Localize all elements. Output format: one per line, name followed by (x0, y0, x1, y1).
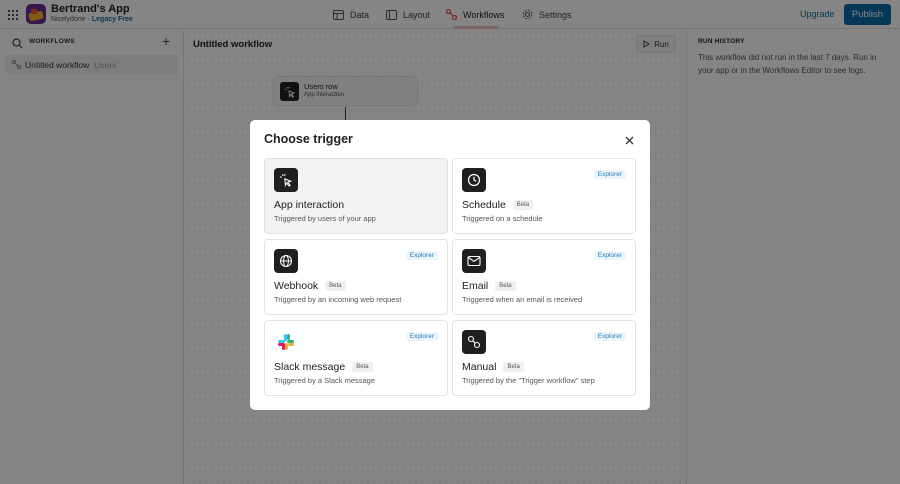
explorer-badge: Explorer (593, 332, 626, 341)
trigger-option-app-interaction[interactable]: App interaction Triggered by users of yo… (264, 158, 448, 234)
mail-icon (462, 249, 486, 273)
trigger-name-text: Schedule (462, 199, 506, 211)
trigger-description: Triggered by users of your app (274, 214, 376, 223)
trigger-name: Manual Beta (462, 361, 524, 373)
trigger-description: Triggered when an email is received (462, 295, 583, 304)
beta-badge: Beta (495, 281, 516, 291)
slack-icon (274, 330, 298, 354)
trigger-description: Triggered by an incoming web request (274, 295, 402, 304)
clock-icon (462, 168, 486, 192)
trigger-option-email[interactable]: Explorer Email Beta Triggered when an ema… (452, 239, 636, 315)
beta-badge: Beta (503, 362, 524, 372)
beta-badge: Beta (352, 362, 373, 372)
trigger-description: Triggered on a schedule (462, 214, 543, 223)
trigger-option-webhook[interactable]: Explorer Webhook Beta Triggered by an inc… (264, 239, 448, 315)
close-icon[interactable] (622, 133, 636, 147)
explorer-badge: Explorer (593, 170, 626, 179)
trigger-description: Triggered by a Slack message (274, 376, 376, 385)
trigger-name-text: Webhook (274, 280, 319, 292)
trigger-name-text: Manual (462, 361, 497, 373)
trigger-name: Webhook Beta (274, 280, 346, 292)
trigger-name-text: Email (462, 280, 489, 292)
explorer-badge: Explorer (405, 251, 438, 260)
workflow-icon (462, 330, 486, 354)
globe-icon (274, 249, 298, 273)
trigger-option-slack-message[interactable]: Explorer Slack message Beta Triggered by … (264, 320, 448, 396)
trigger-name: Email Beta (462, 280, 516, 292)
trigger-description: Triggered by the "Trigger workflow" step (462, 376, 595, 385)
explorer-badge: Explorer (593, 251, 626, 260)
trigger-name: Slack message Beta (274, 361, 373, 373)
beta-badge: Beta (325, 281, 346, 291)
dialog-title: Choose trigger (264, 132, 353, 146)
choose-trigger-dialog: Choose trigger App interaction Triggered… (250, 120, 650, 410)
trigger-name: Schedule Beta (462, 199, 534, 211)
cursor-click-icon (274, 168, 298, 192)
trigger-option-manual[interactable]: Explorer Manual Beta Triggered by the "Tr… (452, 320, 636, 396)
explorer-badge: Explorer (405, 332, 438, 341)
trigger-name: App interaction (274, 199, 344, 211)
trigger-name-text: App interaction (274, 199, 345, 211)
trigger-name-text: Slack message (274, 361, 346, 373)
beta-badge: Beta (512, 200, 534, 210)
trigger-option-schedule[interactable]: Explorer Schedule Beta Triggered on a sch… (452, 158, 636, 234)
